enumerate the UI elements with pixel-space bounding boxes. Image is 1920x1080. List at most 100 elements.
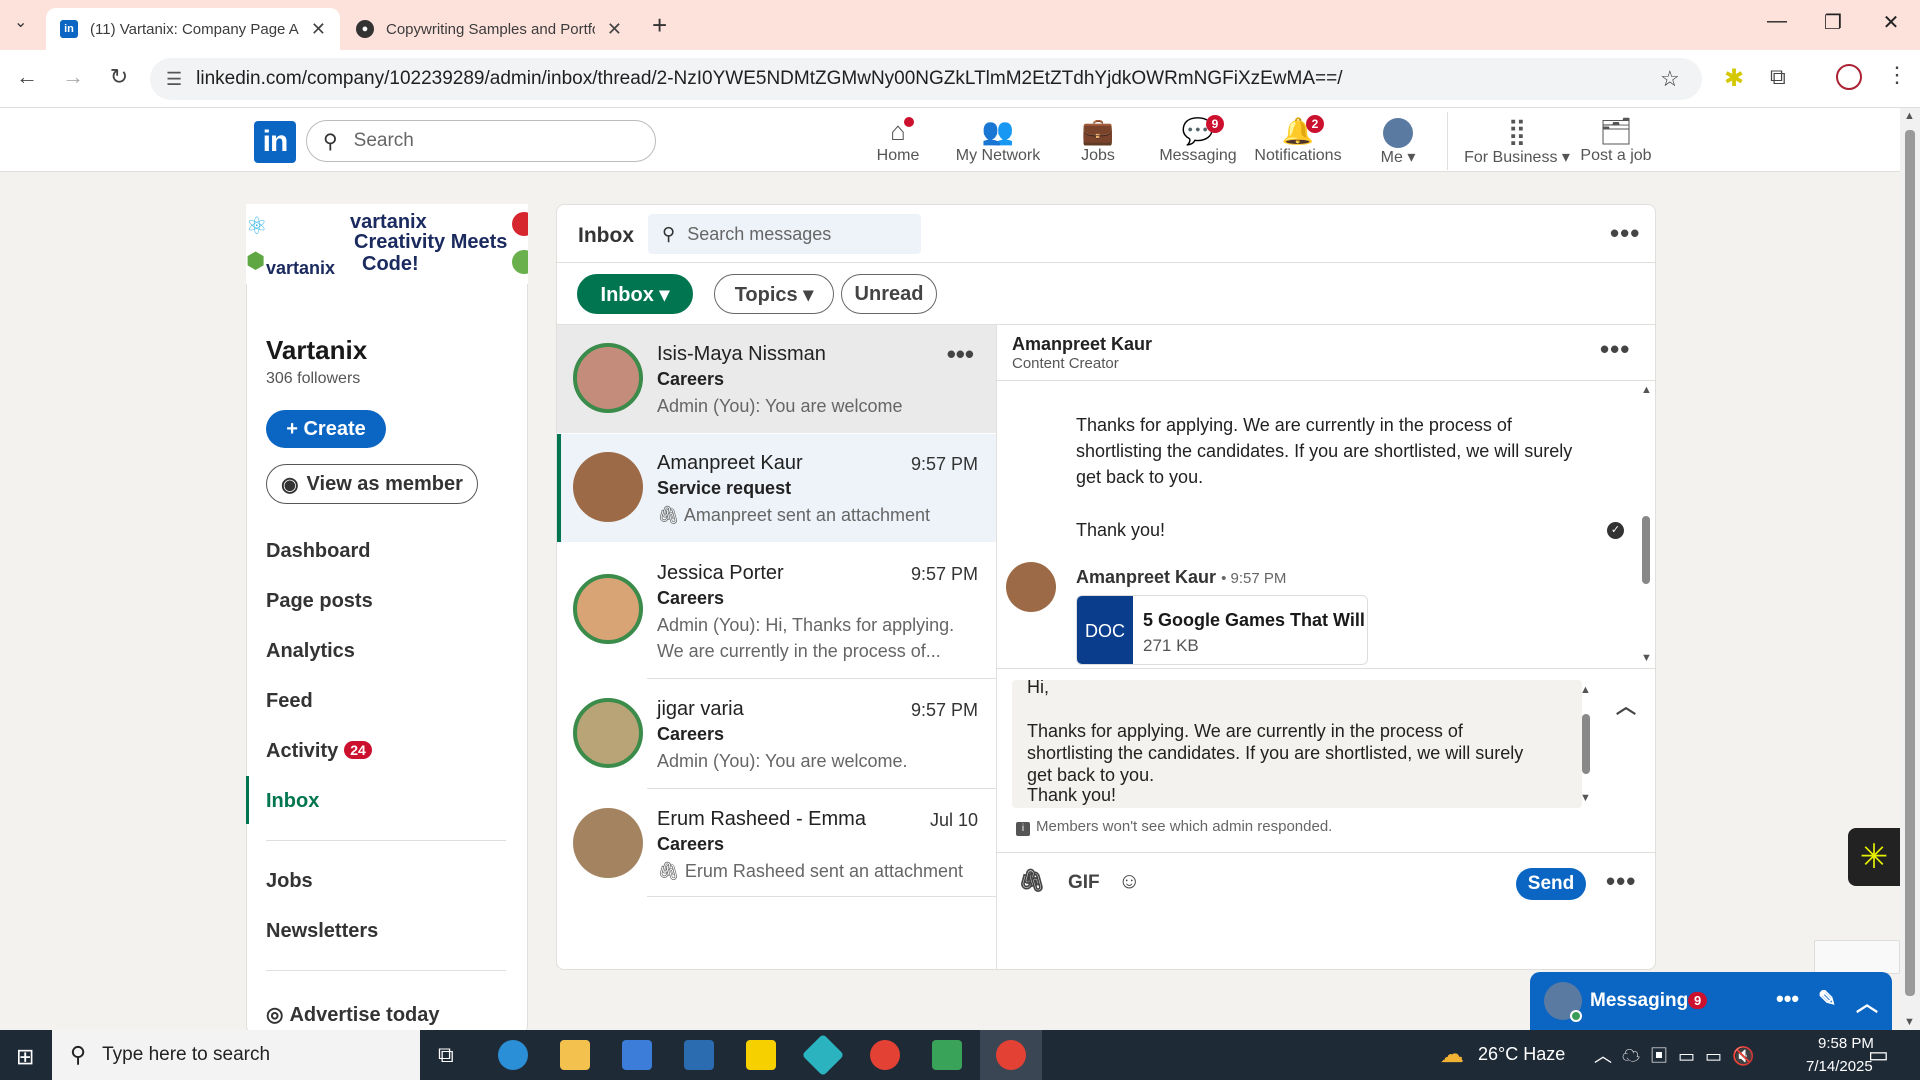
taskbar-search-input[interactable]: ⚲ Type here to search [52, 1030, 420, 1080]
extensions-puzzle-icon[interactable]: ⧉ [1770, 64, 1786, 90]
reload-icon[interactable]: ↻ [104, 64, 134, 90]
conversation-more-icon[interactable]: ••• [947, 339, 974, 370]
browser-tab-copywriting[interactable]: ● Copywriting Samples and Portfo ✕ [342, 8, 636, 50]
minimize-icon[interactable]: — [1762, 10, 1792, 33]
store-icon[interactable] [622, 1040, 652, 1070]
chrome-active-icon[interactable] [996, 1040, 1026, 1070]
extension-icon[interactable]: ✱ [1724, 64, 1744, 93]
windows-start-icon[interactable]: ⊞ [16, 1044, 34, 1070]
nav-jobs[interactable]: 💼 Jobs [1048, 115, 1148, 165]
compose-textarea[interactable]: Hi, Thanks for applying. We are currentl… [1012, 680, 1582, 808]
filter-unread-button[interactable]: Unread [841, 274, 937, 314]
restore-icon[interactable]: ❐ [1818, 10, 1848, 35]
chrome-menu-icon[interactable]: ⋮ [1886, 62, 1908, 88]
scroll-thumb[interactable] [1905, 130, 1915, 996]
file-explorer-icon[interactable] [560, 1040, 590, 1070]
attachment-card[interactable]: DOC 5 Google Games That Will I 271 KB [1076, 595, 1368, 665]
nav-messaging[interactable]: 💬 9 Messaging [1148, 115, 1248, 165]
scroll-down-icon[interactable]: ▼ [1904, 1016, 1915, 1028]
menu-advertise[interactable]: ◎ Advertise today [266, 1002, 440, 1027]
thread-contact-name[interactable]: Amanpreet Kaur [1012, 334, 1152, 355]
conversation-time: 9:57 PM [910, 454, 978, 474]
nav-my-network[interactable]: 👥 My Network [948, 115, 1048, 165]
inbox-more-options-icon[interactable]: ••• [1610, 218, 1640, 249]
page-scrollbar[interactable]: ▲ ▼ [1900, 108, 1920, 1030]
info-icon: i [1016, 822, 1030, 836]
scroll-down-icon[interactable]: ▼ [1641, 652, 1652, 664]
nav-me[interactable]: Me ▾ [1348, 115, 1448, 167]
more-options-icon[interactable]: ••• [1776, 986, 1799, 1012]
browser-tab-linkedin[interactable]: in (11) Vartanix: Company Page Ac ✕ [46, 8, 340, 50]
clock-time[interactable]: 9:58 PM [1818, 1035, 1874, 1052]
menu-dashboard[interactable]: Dashboard [266, 540, 370, 563]
message-search-input[interactable]: ⚲ Search messages [648, 214, 921, 254]
chrome-icon[interactable] [870, 1040, 900, 1070]
message-avatar[interactable] [1006, 562, 1056, 612]
emoji-icon[interactable]: ☺ [1118, 868, 1140, 894]
conversation-item[interactable]: Isis-Maya Nissman ••• Careers Admin (You… [557, 325, 996, 433]
task-view-icon[interactable]: ⧉ [438, 1042, 454, 1068]
menu-analytics[interactable]: Analytics [266, 640, 355, 663]
profile-icon[interactable] [1836, 64, 1862, 90]
address-bar[interactable]: ☰ linkedin.com/company/102239289/admin/i… [150, 58, 1702, 100]
menu-page-posts[interactable]: Page posts [266, 590, 373, 613]
tab-search-icon[interactable]: ⌄ [14, 12, 27, 32]
close-tab-icon[interactable]: ✕ [311, 19, 326, 40]
gif-button[interactable]: GIF [1068, 872, 1100, 894]
send-options-icon[interactable]: ••• [1606, 866, 1636, 897]
nav-for-business[interactable]: ⣿ For Business ▾ [1462, 115, 1572, 167]
close-tab-icon[interactable]: ✕ [607, 19, 622, 40]
scroll-up-icon[interactable]: ▲ [1580, 684, 1591, 696]
edge-icon[interactable] [498, 1040, 528, 1070]
menu-newsletters[interactable]: Newsletters [266, 920, 378, 943]
app-icon-2[interactable] [932, 1040, 962, 1070]
clock-date[interactable]: 7/14/2025 [1806, 1058, 1873, 1075]
menu-jobs[interactable]: Jobs [266, 870, 313, 893]
nav-label: My Network [955, 147, 1041, 164]
grid-icon: ⣿ [1507, 116, 1527, 146]
forward-icon[interactable]: → [58, 64, 88, 90]
weather-text[interactable]: 26°C Haze [1478, 1044, 1565, 1065]
sticky-notes-icon[interactable] [746, 1040, 776, 1070]
mail-icon[interactable] [684, 1040, 714, 1070]
linkedin-logo-icon[interactable]: in [254, 121, 296, 163]
menu-inbox[interactable]: Inbox [266, 790, 319, 813]
system-tray-icons[interactable]: ︿☁▣▭▭🔇 [1594, 1042, 1764, 1068]
menu-feed[interactable]: Feed [266, 690, 313, 713]
bookmark-star-icon[interactable]: ☆ [1660, 66, 1680, 92]
close-window-icon[interactable]: ✕ [1876, 10, 1906, 35]
thread-scrollbar[interactable]: ▲ ▼ [1638, 384, 1654, 664]
send-button[interactable]: Send [1516, 868, 1586, 900]
site-info-icon[interactable]: ☰ [166, 69, 182, 90]
attach-icon[interactable]: 🖇 [1018, 868, 1046, 894]
compose-icon[interactable]: ✎ [1818, 986, 1836, 1012]
scroll-thumb[interactable] [1582, 714, 1590, 774]
collapse-compose-icon[interactable]: ︿ [1616, 690, 1636, 719]
compose-scrollbar[interactable]: ▲ ▼ [1578, 684, 1594, 804]
view-as-member-button[interactable]: ◉ View as member [266, 464, 478, 504]
new-tab-icon[interactable]: + [652, 10, 667, 41]
notification-center-icon[interactable]: ▭ [1868, 1042, 1889, 1068]
sender-name[interactable]: Amanpreet Kaur [1076, 567, 1216, 587]
nav-notifications[interactable]: 🔔 2 Notifications [1248, 115, 1348, 165]
scroll-up-icon[interactable]: ▲ [1904, 110, 1915, 122]
create-button[interactable]: + Create [266, 410, 386, 448]
conversation-item[interactable]: jigar varia 9:57 PM Careers Admin (You):… [557, 680, 996, 788]
nav-post-job[interactable]: 🗂 Post a job [1566, 115, 1666, 165]
filter-inbox-button[interactable]: Inbox ▾ [577, 274, 693, 314]
conversation-item-selected[interactable]: Amanpreet Kaur 9:57 PM Service request 🖇… [557, 434, 996, 542]
nav-home[interactable]: ⌂ Home [848, 115, 948, 165]
back-icon[interactable]: ← [12, 64, 42, 90]
scroll-up-icon[interactable]: ▲ [1641, 384, 1652, 396]
messaging-popup[interactable]: Messaging 9 ••• ✎ ︿ [1530, 972, 1892, 1030]
menu-activity[interactable]: Activity 24 [266, 740, 372, 763]
filter-topics-button[interactable]: Topics ▾ [714, 274, 834, 314]
expand-icon[interactable]: ︿ [1856, 986, 1878, 1018]
conversation-item[interactable]: Erum Rasheed - Emma Jul 10 Careers 🖇 Eru… [557, 790, 996, 898]
conversation-item[interactable]: Jessica Porter 9:57 PM Careers Admin (Yo… [557, 544, 996, 678]
thread-more-options-icon[interactable]: ••• [1600, 334, 1630, 365]
scroll-down-icon[interactable]: ▼ [1580, 792, 1591, 804]
global-search-input[interactable]: ⚲ Search [306, 120, 656, 162]
scroll-thumb[interactable] [1642, 516, 1650, 584]
extension-widget-icon[interactable]: ✳ [1848, 828, 1900, 886]
